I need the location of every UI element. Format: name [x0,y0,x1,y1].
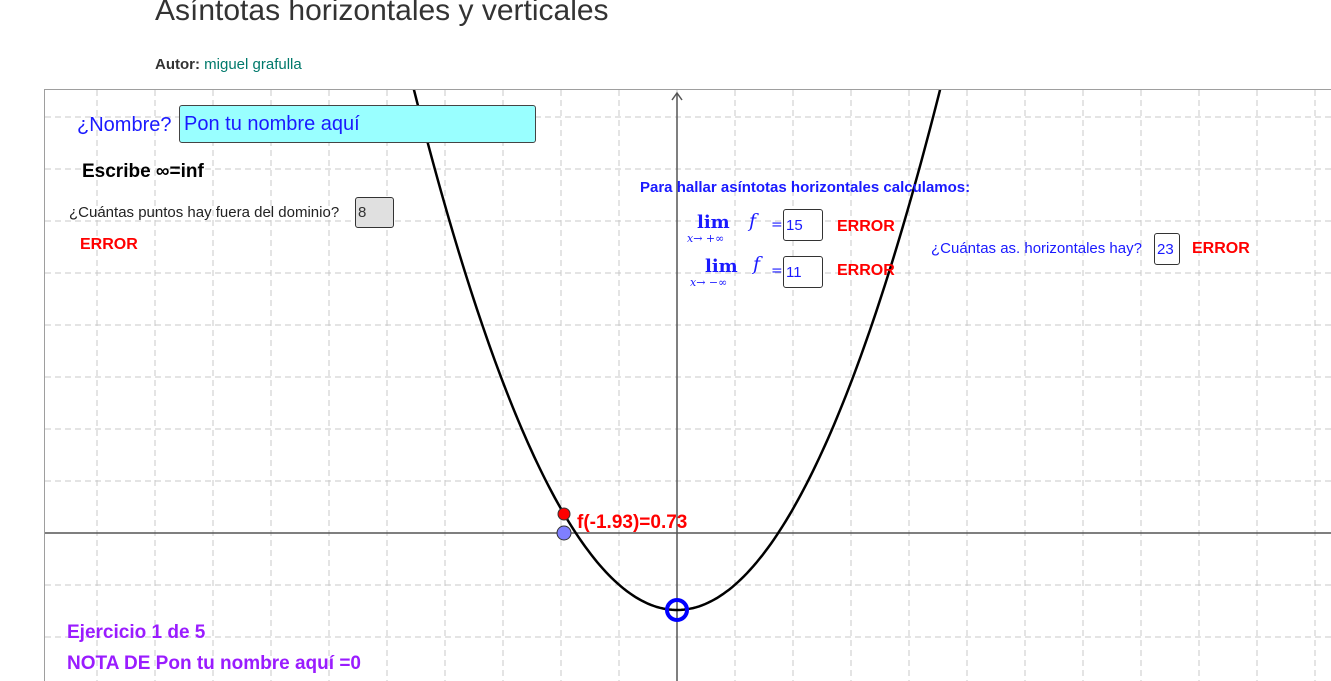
limit-plus-lim: lim [697,212,730,233]
axis-point-blue[interactable] [556,525,572,541]
limit-minus-lim: lim [705,256,738,277]
curve-point-red[interactable] [557,507,571,521]
name-input[interactable] [179,105,536,143]
name-label: ¿Nombre? [77,114,172,136]
limit-plus-equals: = [771,217,783,233]
horizontal-count-status: ERROR [1192,240,1250,257]
horizontal-asymptote-title: Para hallar asíntotas horizontales calcu… [640,179,971,196]
author-label: Autor: [155,56,200,73]
limit-minus-subscript: x→ −∞ [690,276,728,289]
domain-status: ERROR [80,236,138,253]
domain-answer-input[interactable] [355,197,394,228]
horizontal-count-question: ¿Cuántas as. horizontales hay? [931,240,1142,257]
limit-minus-input[interactable] [783,256,823,288]
grade-label: NOTA DE Pon tu nombre aquí =0 [67,653,361,674]
domain-question: ¿Cuántas puntos hay fuera del dominio? [69,204,340,221]
limit-minus-status: ERROR [837,262,895,279]
author-link[interactable]: miguel grafulla [204,56,302,73]
geogebra-applet[interactable]: ¿Nombre? Escribe ∞=inf ¿Cuántas puntos h… [44,89,1331,681]
horizontal-count-input[interactable] [1154,233,1180,265]
limit-minus-equals: = [771,263,783,279]
limit-plus-subscript: x→ +∞ [687,232,725,245]
limit-minus-function: f [753,253,761,275]
write-infinity-hint: Escribe ∞=inf [82,161,204,182]
exercise-counter: Ejercicio 1 de 5 [67,622,206,643]
limit-plus-status: ERROR [837,218,895,235]
limit-plus-input[interactable] [783,209,823,241]
author-line: Autor: miguel grafulla [155,56,302,73]
page-title: Asíntotas horizontales y verticales [155,0,609,27]
limit-plus-function: f [749,210,757,232]
point-value-label: f(-1.93)=0.73 [577,512,688,533]
